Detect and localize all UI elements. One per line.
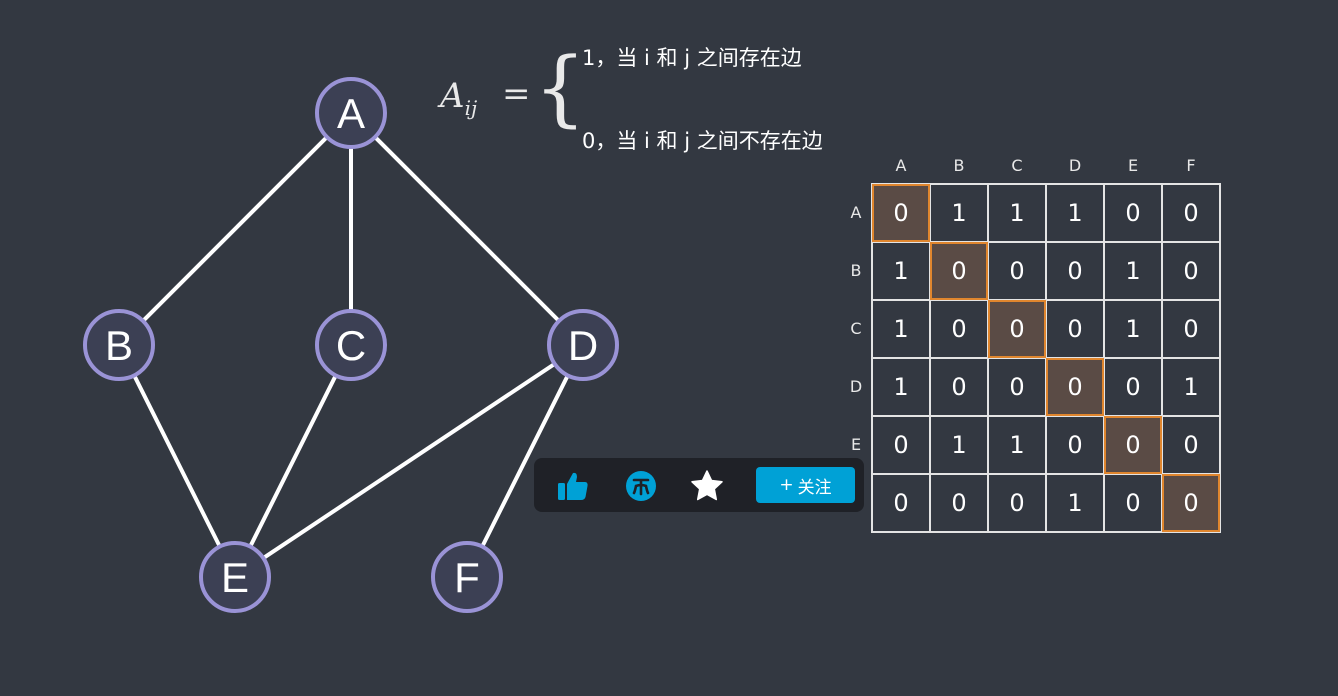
matrix-cell: 0 [929, 473, 989, 533]
matrix-row: 100010 [871, 299, 1221, 359]
matrix-cell: 0 [1045, 415, 1105, 475]
matrix-col-header: B [953, 156, 965, 175]
matrix-cell-diagonal: 0 [871, 183, 931, 243]
matrix-cell: 0 [987, 473, 1047, 533]
node-label: F [454, 554, 480, 601]
matrix-row: 011000 [871, 415, 1221, 475]
node-label: E [221, 554, 249, 601]
thumbs-up-icon[interactable] [556, 469, 590, 503]
matrix-cell: 0 [1161, 241, 1221, 301]
plus-icon: + [779, 475, 794, 495]
node-label: A [337, 90, 365, 137]
matrix-col-header: C [1011, 156, 1023, 175]
matrix-cell: 1 [1103, 299, 1163, 359]
matrix-cell: 0 [929, 357, 989, 417]
formula-case-no-edge: 0，当 i 和 j 之间不存在边 [582, 129, 823, 153]
matrix-cell: 1 [929, 415, 989, 475]
matrix-cell: 0 [871, 415, 931, 475]
matrix-cell: 1 [1045, 183, 1105, 243]
matrix-cell: 1 [1103, 241, 1163, 301]
formula-case-edge: 1，当 i 和 j 之间存在边 [582, 46, 802, 70]
matrix-cell: 0 [1045, 299, 1105, 359]
edge-D-E [233, 343, 585, 579]
edge-B-E [117, 344, 237, 578]
matrix-row-header: D [849, 377, 863, 396]
matrix-cell: 1 [871, 241, 931, 301]
matrix-row-header: C [850, 319, 862, 338]
edge-C-E [233, 344, 353, 578]
star-icon[interactable] [690, 469, 724, 503]
matrix-cell: 0 [1045, 241, 1105, 301]
node-label: B [105, 322, 133, 369]
coin-icon[interactable] [624, 469, 658, 503]
matrix-cell: 0 [987, 357, 1047, 417]
node-label: C [336, 322, 366, 369]
formula-brace: { [534, 41, 587, 136]
matrix-cell: 1 [871, 299, 931, 359]
matrix-cell: 0 [1161, 183, 1221, 243]
matrix-col-header: D [1068, 156, 1082, 175]
matrix-col-header: E [1127, 156, 1139, 175]
adjacency-matrix: 011100100010100010100001011000000100 [871, 183, 1221, 533]
matrix-row: 100001 [871, 357, 1221, 417]
node-C: C [315, 309, 387, 381]
matrix-cell-diagonal: 0 [1045, 357, 1105, 417]
matrix-cell-diagonal: 0 [1103, 415, 1163, 475]
matrix-cell-diagonal: 0 [987, 299, 1047, 359]
node-F: F [431, 541, 503, 613]
matrix-cell: 0 [871, 473, 931, 533]
matrix-cell: 1 [871, 357, 931, 417]
matrix-cell: 0 [1161, 415, 1221, 475]
matrix-cell: 0 [929, 299, 989, 359]
matrix-col-header: A [895, 156, 907, 175]
node-E: E [199, 541, 271, 613]
matrix-cell: 1 [987, 415, 1047, 475]
follow-button[interactable]: + 关注 [756, 467, 855, 503]
matrix-cell: 1 [929, 183, 989, 243]
matrix-cell: 0 [1161, 299, 1221, 359]
matrix-row-header: A [850, 203, 862, 222]
follow-label: 关注 [797, 477, 832, 498]
matrix-cell: 0 [1103, 357, 1163, 417]
node-D: D [547, 309, 619, 381]
edge-A-B [117, 111, 353, 347]
matrix-row: 100010 [871, 241, 1221, 301]
matrix-row: 000100 [871, 473, 1221, 533]
matrix-cell: 1 [1045, 473, 1105, 533]
matrix-col-header: F [1186, 156, 1196, 175]
formula-equals: = [502, 74, 531, 114]
matrix-cell-diagonal: 0 [929, 241, 989, 301]
matrix-cell: 1 [1161, 357, 1221, 417]
matrix-cell: 0 [1103, 473, 1163, 533]
node-A: A [315, 77, 387, 149]
matrix-row: 011100 [871, 183, 1221, 243]
matrix-cell: 0 [1103, 183, 1163, 243]
node-label: D [568, 322, 598, 369]
adjacency-formula: Aij = { 1，当 i 和 j 之间存在边 0，当 i 和 j 之间不存在边 [440, 40, 860, 160]
matrix-row-header: B [850, 261, 862, 280]
node-B: B [83, 309, 155, 381]
action-toolbar: + 关注 [534, 458, 864, 512]
matrix-cell: 1 [987, 183, 1047, 243]
matrix-cell: 0 [987, 241, 1047, 301]
matrix-cell-diagonal: 0 [1161, 473, 1221, 533]
formula-lhs: Aij [440, 76, 478, 120]
